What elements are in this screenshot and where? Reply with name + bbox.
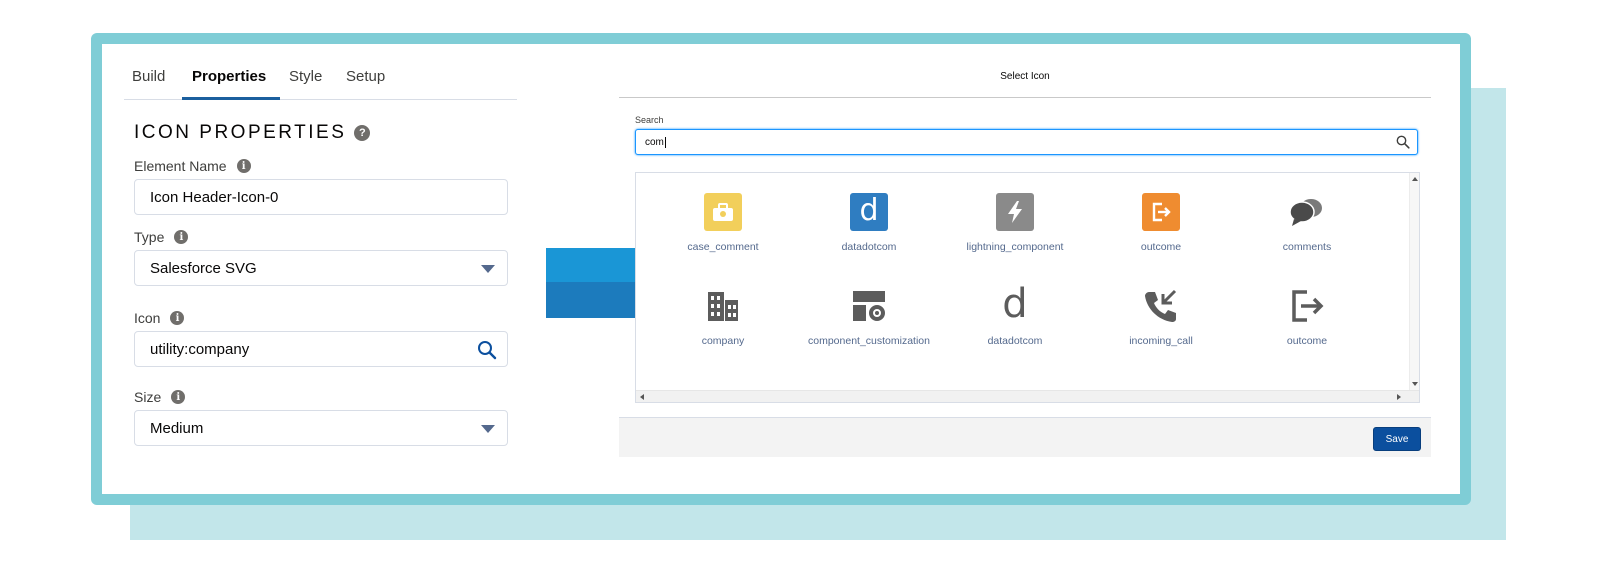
- lightning-bolt-icon: [996, 193, 1034, 231]
- question-circle-icon[interactable]: ?: [354, 125, 371, 141]
- scroll-left-icon[interactable]: [640, 394, 644, 400]
- chevron-down-icon: [481, 265, 495, 273]
- icon-option-datadotcom[interactable]: d datadotcom: [794, 193, 944, 253]
- icon-option-label: outcome: [1286, 335, 1328, 347]
- scroll-up-icon[interactable]: [1412, 177, 1418, 181]
- horizontal-scrollbar[interactable]: [636, 390, 1419, 402]
- section-title-text: ICON PROPERTIES: [134, 122, 347, 143]
- datadotcom-icon: d: [850, 193, 888, 231]
- icon-option-label: incoming_call: [1129, 335, 1193, 347]
- type-select[interactable]: Salesforce SVG: [134, 250, 508, 286]
- icon-option-label: datadotcom: [841, 241, 897, 253]
- icon-label-text: Icon: [134, 310, 161, 326]
- tab-build[interactable]: Build: [132, 68, 165, 85]
- size-label: Size i: [134, 389, 186, 405]
- icon-label: Icon i: [134, 310, 185, 326]
- icon-search-input[interactable]: com: [635, 129, 1418, 155]
- dialog-footer: Save: [619, 417, 1431, 457]
- search-label: Search: [635, 115, 664, 125]
- dialog-title: Select Icon: [619, 56, 1431, 98]
- icon-option-label: datadotcom: [987, 335, 1043, 347]
- company-building-icon: [704, 287, 742, 325]
- tab-setup[interactable]: Setup: [346, 68, 385, 85]
- section-title: ICON PROPERTIES ?: [134, 122, 371, 144]
- size-select[interactable]: Medium: [134, 410, 508, 446]
- datadotcom-glyph: d: [859, 192, 879, 228]
- vertical-scrollbar[interactable]: [1409, 173, 1419, 402]
- type-label: Type i: [134, 229, 189, 245]
- icon-option-label: component_customization: [808, 335, 930, 347]
- icon-option-label: outcome: [1140, 241, 1182, 253]
- active-tab-indicator: [182, 97, 280, 100]
- search-value: com: [645, 136, 664, 148]
- element-name-input[interactable]: Icon Header-Icon-0: [134, 179, 508, 215]
- icon-input[interactable]: utility:company: [134, 331, 508, 367]
- type-label-text: Type: [134, 229, 165, 245]
- icon-option-outcome[interactable]: outcome: [1086, 193, 1236, 253]
- properties-tab-bar: Build Properties Style Setup: [124, 56, 517, 100]
- chevron-down-icon: [481, 425, 495, 433]
- datadotcom-icon: d: [996, 281, 1034, 327]
- icon-option-label: company: [701, 335, 745, 347]
- icon-option-datadotcom[interactable]: d datadotcom: [940, 281, 1090, 347]
- scroll-right-icon[interactable]: [1397, 394, 1401, 400]
- search-icon[interactable]: [1396, 135, 1410, 152]
- icon-option-label: case_comment: [687, 241, 759, 253]
- search-icon[interactable]: [477, 340, 497, 364]
- icon-results-grid: case_comment d datadotcom lightning_comp…: [635, 172, 1420, 403]
- info-icon[interactable]: i: [236, 159, 251, 173]
- outcome-exit-icon: [1288, 287, 1326, 325]
- case-comment-icon: [704, 193, 742, 231]
- icon-value: utility:company: [150, 340, 250, 358]
- incoming-call-icon: [1142, 287, 1180, 325]
- datadotcom-glyph: d: [1002, 281, 1028, 327]
- text-cursor: [664, 136, 666, 148]
- comments-icon: [1288, 193, 1326, 231]
- icon-option-lightning-component[interactable]: lightning_component: [940, 193, 1090, 253]
- icon-option-incoming-call[interactable]: incoming_call: [1086, 287, 1236, 347]
- icon-option-label: lightning_component: [966, 241, 1064, 253]
- size-label-text: Size: [134, 389, 162, 405]
- element-name-label: Element Name i: [134, 158, 251, 174]
- size-value: Medium: [150, 419, 204, 437]
- outcome-exit-icon: [1142, 193, 1180, 231]
- scroll-down-icon[interactable]: [1412, 382, 1418, 386]
- info-icon[interactable]: i: [174, 230, 189, 244]
- info-icon[interactable]: i: [171, 390, 186, 404]
- type-value: Salesforce SVG: [150, 259, 257, 277]
- icon-option-case-comment[interactable]: case_comment: [648, 193, 798, 253]
- icon-option-label: comments: [1282, 241, 1332, 253]
- icon-option-component-customization[interactable]: component_customization: [794, 287, 944, 347]
- element-name-value: Icon Header-Icon-0: [150, 188, 279, 206]
- icon-option-outcome[interactable]: outcome: [1232, 287, 1382, 347]
- component-customization-icon: [850, 287, 888, 325]
- tab-properties[interactable]: Properties: [192, 68, 266, 85]
- icon-option-company[interactable]: company: [648, 287, 798, 347]
- icon-option-comments[interactable]: comments: [1232, 193, 1382, 253]
- info-icon[interactable]: i: [170, 311, 185, 325]
- tab-style[interactable]: Style: [289, 68, 322, 85]
- element-name-label-text: Element Name: [134, 158, 227, 174]
- save-button[interactable]: Save: [1373, 427, 1421, 451]
